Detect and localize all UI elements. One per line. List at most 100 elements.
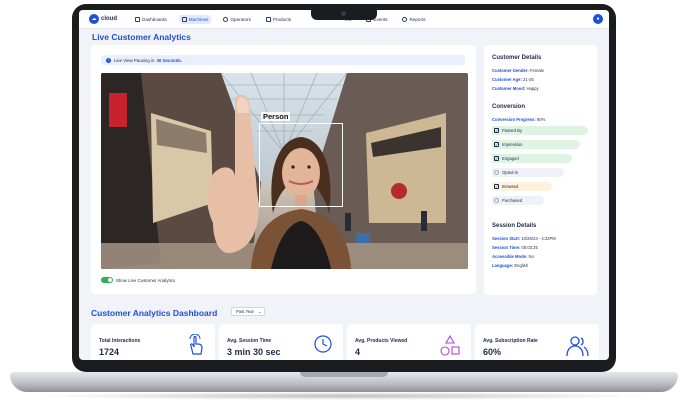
stat-label: Avg. Subscription Rate (483, 338, 538, 344)
camera-feed[interactable]: Person (101, 73, 468, 269)
nav-item-machines[interactable]: Machines (178, 14, 212, 24)
stat-value: 3 min 30 sec (227, 347, 281, 357)
detail-value: 10/26/23 - 4:22PM (521, 236, 556, 241)
detail-value: 00:03:25 (521, 245, 538, 250)
accessible-mode: Accessible Mode: No (492, 254, 534, 259)
session-details-title: Session Details (492, 223, 537, 229)
user-icon: ● (596, 16, 600, 22)
stat-card-total-interactions[interactable]: Total Interactions 1724 (91, 324, 215, 360)
step-label: Opted-in (502, 170, 519, 175)
stat-label: Avg. Products Viewed (355, 338, 408, 344)
notice-countdown: 30 Seconds. (156, 57, 183, 63)
nav-label: Dashboards (142, 16, 167, 22)
brand-logo[interactable]: ☁ cloud (89, 14, 123, 24)
conversion-title: Conversion (492, 104, 526, 110)
stat-label: Total Interactions (99, 338, 141, 344)
box-icon (265, 16, 271, 22)
nav-label: Machines (188, 16, 209, 22)
detail-key: Conversion Progress: (492, 117, 536, 122)
live-video-card: i Live View Pausing in 30 Seconds. Perso… (91, 45, 476, 294)
step-label: Engaged (502, 156, 519, 161)
person-detection-box (259, 123, 343, 207)
user-avatar[interactable]: ● (593, 14, 603, 24)
laptop-shadow (30, 392, 658, 400)
funnel-step-passed-by: ✓ Passed By (492, 126, 588, 135)
chevron-down-icon: ⌄ (257, 309, 262, 314)
stat-card-avg-session-time[interactable]: Avg. Session Time 3 min 30 sec (219, 324, 343, 360)
grid-icon (135, 16, 140, 22)
detail-key: Session Start: (492, 236, 521, 241)
machine-icon (181, 16, 187, 22)
language: Language: English (492, 263, 528, 268)
circle-unchecked-icon[interactable] (494, 170, 499, 175)
live-view-notice: i Live View Pausing in 30 Seconds. (101, 55, 465, 65)
toggle-label: Show Live Customer Analytics (116, 277, 176, 283)
date-range-select[interactable]: Past Year ⌄ (231, 307, 265, 316)
detail-value: 21-25 (523, 77, 534, 82)
laptop-screen: ☁ cloud Dashboards Machines Operators Pr… (79, 10, 609, 360)
step-label: Impression (502, 142, 523, 147)
checkbox-checked-icon[interactable]: ✓ (494, 142, 499, 147)
checkbox-checked-icon[interactable]: ✓ (494, 128, 499, 133)
person-detection-label: Person (261, 112, 291, 121)
laptop-base-notch (300, 372, 388, 377)
users-icon (566, 336, 589, 357)
step-label: Passed By (502, 128, 523, 133)
dashboard-title: Customer Analytics Dashboard (91, 308, 218, 318)
stat-label: Avg. Session Time (227, 338, 272, 344)
customer-age: Customer Age: 21-25 (492, 77, 534, 82)
conversion-progress: Conversion Progress: 60% (492, 117, 545, 122)
detail-key: Customer Mood: (492, 86, 526, 91)
gear-icon (223, 16, 229, 22)
detail-value: Happy (526, 86, 539, 91)
detail-value: English (514, 263, 529, 268)
stat-value: 4 (355, 347, 361, 357)
webcam-icon (341, 11, 346, 16)
step-label: Browsed (502, 184, 519, 189)
nav-item-dashboards[interactable]: Dashboards (132, 15, 170, 24)
step-label: Purchased (502, 198, 523, 203)
shapes-icon (440, 334, 460, 356)
detail-key: Customer Gender: (492, 68, 529, 73)
nav-label: Operators (230, 16, 251, 22)
live-analytics-toggle[interactable] (101, 277, 113, 283)
nav-item-operators[interactable]: Operators (220, 15, 253, 24)
clock-icon (314, 335, 332, 353)
report-icon (402, 16, 408, 22)
funnel-step-opted-in: Opted-in (492, 168, 564, 177)
stat-value: 60% (483, 347, 502, 357)
nav-label: Reports (409, 16, 426, 22)
funnel-step-browsed: ✓ Browsed (492, 182, 552, 191)
nav-label: Products (272, 16, 292, 22)
date-range-value: Past Year (236, 309, 254, 314)
stat-card-avg-products-viewed[interactable]: Avg. Products Viewed 4 (347, 324, 471, 360)
detail-value: 60% (536, 117, 546, 122)
funnel-step-engaged: ✓ Engaged (492, 154, 572, 163)
notice-text: Live View Pausing in (114, 57, 155, 63)
stat-card-avg-subscription-rate[interactable]: Avg. Subscription Rate 60% (475, 324, 599, 360)
detail-key: Accessible Mode: (492, 254, 528, 259)
details-panel: Customer Details Customer Gender: Female… (484, 45, 597, 295)
funnel-step-purchased: Purchased (492, 196, 544, 205)
customer-gender: Customer Gender: Female (492, 68, 544, 73)
checkbox-checked-icon[interactable]: ✓ (494, 184, 499, 189)
customer-details-title: Customer Details (492, 55, 542, 61)
tap-hand-icon (189, 334, 203, 355)
detail-value: No (528, 254, 534, 259)
detail-key: Session Time: (492, 245, 521, 250)
nav-item-reports[interactable]: Reports (399, 15, 428, 24)
nav-item-products[interactable]: Products (263, 15, 294, 24)
cloud-logo-icon: ☁ (89, 14, 99, 24)
live-analytics-toggle-row: Show Live Customer Analytics (101, 277, 175, 283)
circle-unchecked-icon[interactable] (494, 198, 499, 203)
funnel-step-impression: ✓ Impression (492, 140, 580, 149)
detail-key: Language: (492, 263, 514, 268)
checkbox-checked-icon[interactable]: ✓ (494, 156, 499, 161)
detail-value: Female (529, 68, 544, 73)
detail-key: Customer Age: (492, 77, 522, 82)
session-time: Session Time: 00:03:25 (492, 245, 538, 250)
customer-mood: Customer Mood: Happy (492, 86, 539, 91)
stat-value: 1724 (99, 347, 120, 357)
session-start: Session Start: 10/26/23 - 4:22PM (492, 236, 556, 241)
brand-name: cloud (101, 16, 117, 22)
